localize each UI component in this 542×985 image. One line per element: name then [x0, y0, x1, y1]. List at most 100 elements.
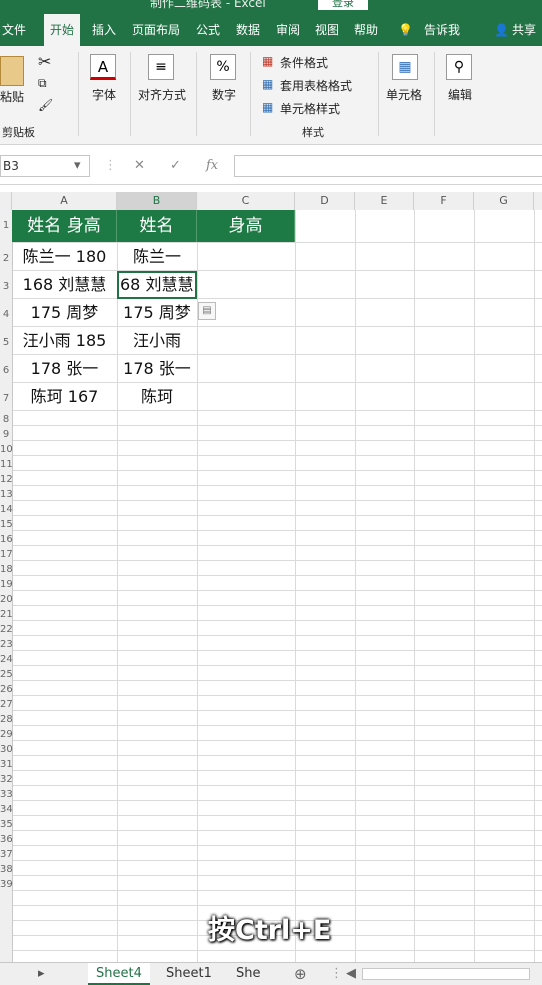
tab-review[interactable]: 审阅	[276, 14, 300, 46]
cell-a4[interactable]: 175 周梦	[12, 299, 117, 327]
column-header-g[interactable]: G	[474, 192, 534, 210]
formula-input[interactable]	[234, 155, 542, 177]
cell-a2[interactable]: 陈兰一 180	[12, 243, 117, 271]
add-sheet-icon[interactable]: ⊕	[286, 963, 315, 985]
row-number[interactable]: 38	[0, 864, 13, 875]
select-all-corner[interactable]	[0, 192, 12, 210]
tab-view[interactable]: 视图	[315, 14, 339, 46]
row-number[interactable]: 37	[0, 849, 13, 860]
column-header-d[interactable]: D	[295, 192, 355, 210]
tab-insert[interactable]: 插入	[92, 14, 116, 46]
close-icon[interactable]: ✕	[134, 155, 145, 177]
cell-a5[interactable]: 汪小雨 185	[12, 327, 117, 355]
paste-icon[interactable]	[0, 56, 24, 86]
cell-style-button[interactable]: 单元格样式	[280, 100, 340, 117]
row-number[interactable]: 31	[0, 759, 13, 770]
tab-help[interactable]: 帮助	[354, 14, 378, 46]
row-number[interactable]: 20	[0, 594, 13, 605]
tell-me-search[interactable]: 告诉我	[424, 14, 460, 46]
row-number[interactable]: 19	[0, 579, 13, 590]
column-header-e[interactable]: E	[355, 192, 414, 210]
fx-icon[interactable]: fx	[206, 155, 218, 177]
sheet-tab-sheet1[interactable]: Sheet1	[158, 963, 220, 985]
copy-icon[interactable]: ⧉	[38, 76, 47, 91]
check-icon[interactable]: ✓	[170, 155, 181, 177]
row-number[interactable]: 25	[0, 669, 13, 680]
row-number[interactable]: 32	[0, 774, 13, 785]
row-number[interactable]: 9	[0, 429, 12, 440]
header-cell-a1[interactable]: 姓名 身高	[12, 210, 117, 242]
row-number[interactable]: 2	[0, 253, 12, 264]
scissors-icon[interactable]: ✂	[38, 52, 51, 71]
tab-page-layout[interactable]: 页面布局	[132, 14, 180, 46]
row-number[interactable]: 13	[0, 489, 13, 500]
row-number[interactable]: 28	[0, 714, 13, 725]
cell-style-icon[interactable]: ▦	[262, 100, 273, 114]
worksheet-grid[interactable]: 1 2 3 4 5 6 7 8 9 10 11 12 13 14 15 16 1…	[0, 210, 542, 962]
cell-a3[interactable]: 168 刘慧慧	[12, 271, 117, 299]
column-header-b[interactable]: B	[117, 192, 197, 210]
cells-icon[interactable]: ▦	[392, 54, 418, 80]
row-number[interactable]: 18	[0, 564, 13, 575]
column-header-a[interactable]: A	[12, 192, 117, 210]
cells-button[interactable]: 单元格	[386, 86, 422, 103]
row-number[interactable]: 17	[0, 549, 13, 560]
cell-b2[interactable]: 陈兰一	[117, 243, 197, 271]
tab-formulas[interactable]: 公式	[196, 14, 220, 46]
column-header-f[interactable]: F	[414, 192, 474, 210]
scroll-sheets-right-icon[interactable]: ▸	[30, 963, 53, 985]
row-number[interactable]: 34	[0, 804, 13, 815]
row-number[interactable]: 7	[0, 393, 12, 404]
row-number[interactable]: 16	[0, 534, 13, 545]
row-number[interactable]: 21	[0, 609, 13, 620]
cell-a7[interactable]: 陈珂 167	[12, 383, 117, 411]
row-number[interactable]: 4	[0, 309, 12, 320]
row-number[interactable]: 29	[0, 729, 13, 740]
row-number[interactable]: 12	[0, 474, 13, 485]
header-cell-b1[interactable]: 姓名	[117, 210, 197, 242]
cell-b7[interactable]: 陈珂	[117, 383, 197, 411]
row-number[interactable]: 8	[0, 414, 12, 425]
percent-icon[interactable]: %	[210, 54, 236, 80]
row-number[interactable]: 14	[0, 504, 13, 515]
cell-b6[interactable]: 178 张一	[117, 355, 197, 383]
row-number[interactable]: 15	[0, 519, 13, 530]
format-painter-icon[interactable]: 🖌	[38, 98, 53, 112]
row-number[interactable]: 11	[0, 459, 13, 470]
row-number[interactable]: 27	[0, 699, 13, 710]
chevron-down-icon[interactable]: ▾	[74, 155, 81, 177]
row-number[interactable]: 5	[0, 337, 12, 348]
row-number[interactable]: 23	[0, 639, 13, 650]
sheet-tab-sheet4[interactable]: Sheet4	[88, 963, 150, 985]
row-number[interactable]: 10	[0, 444, 13, 455]
row-number[interactable]: 39	[0, 879, 13, 890]
row-number[interactable]: 30	[0, 744, 13, 755]
alignment-button[interactable]: 对齐方式	[138, 86, 186, 103]
row-number[interactable]: 35	[0, 819, 13, 830]
font-button[interactable]: 字体	[92, 86, 116, 103]
share-button[interactable]: 共享	[512, 14, 536, 46]
align-icon[interactable]: ≡	[148, 54, 174, 80]
row-number[interactable]: 33	[0, 789, 13, 800]
conditional-format-button[interactable]: 条件格式	[280, 54, 328, 71]
conditional-format-icon[interactable]: ▦	[262, 54, 273, 68]
row-number[interactable]: 24	[0, 654, 13, 665]
cell-b4[interactable]: 175 周梦	[117, 299, 197, 327]
flash-fill-options-icon[interactable]: ▤	[198, 302, 216, 320]
tab-data[interactable]: 数据	[236, 14, 260, 46]
edit-button[interactable]: 编辑	[448, 86, 472, 103]
row-number[interactable]: 1	[0, 220, 12, 231]
header-cell-c1[interactable]: 身高	[197, 210, 295, 242]
row-number[interactable]: 6	[0, 365, 12, 376]
scroll-left-icon[interactable]: ◀	[338, 963, 364, 985]
table-format-icon[interactable]: ▦	[262, 77, 273, 91]
horizontal-scrollbar[interactable]	[362, 968, 530, 980]
table-format-button[interactable]: 套用表格格式	[280, 77, 352, 94]
row-number[interactable]: 26	[0, 684, 13, 695]
login-button[interactable]: 登录	[318, 0, 368, 10]
number-button[interactable]: 数字	[212, 86, 236, 103]
column-header-c[interactable]: C	[197, 192, 295, 210]
sheet-tab-sheet-partial[interactable]: She	[228, 963, 269, 985]
tab-file[interactable]: 文件	[2, 14, 26, 46]
tab-home[interactable]: 开始	[44, 14, 81, 46]
